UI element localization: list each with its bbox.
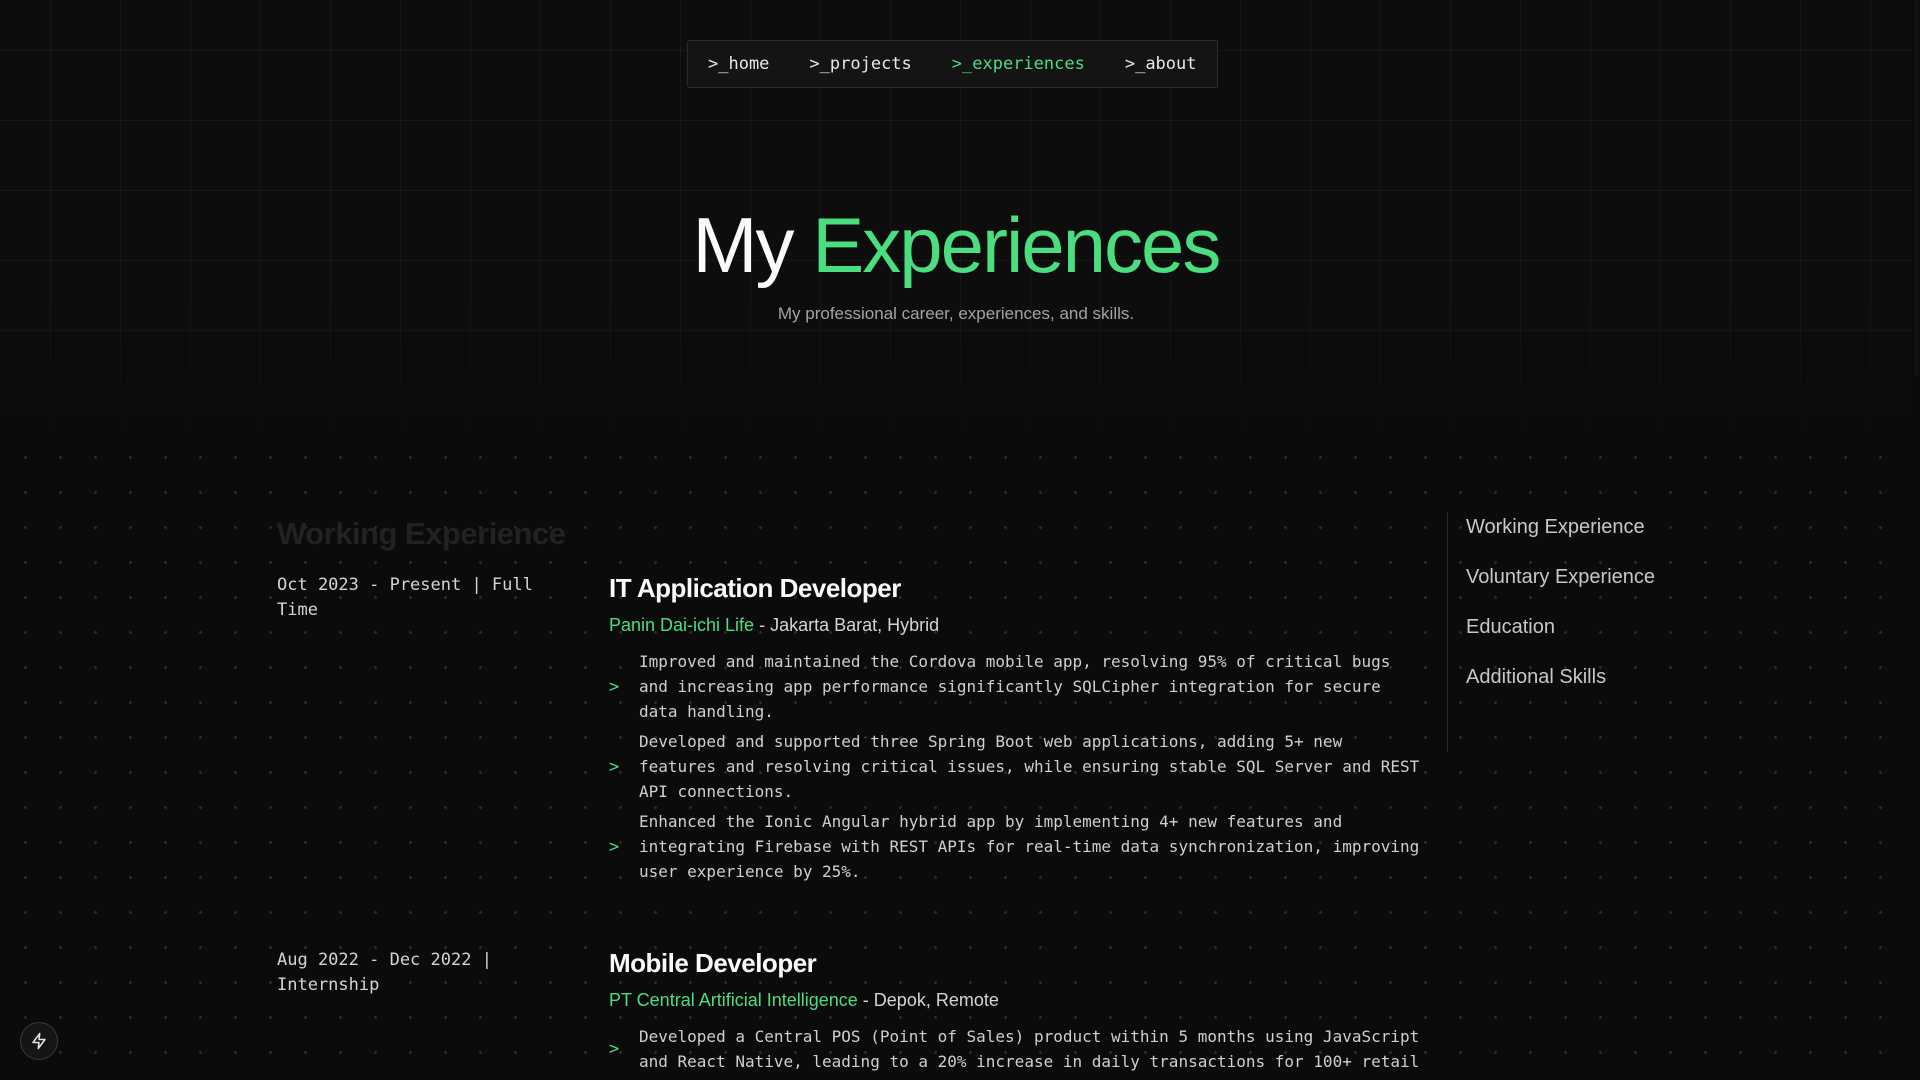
bullet-item: > Developed and supported three Spring B… bbox=[609, 729, 1424, 804]
toc-voluntary-experience[interactable]: Voluntary Experience bbox=[1466, 562, 1666, 592]
experience-date: Oct 2023 - Present | Full Time bbox=[277, 575, 533, 620]
experience-role: IT Application Developer bbox=[609, 573, 901, 603]
scrollbar-thumb[interactable] bbox=[1914, 0, 1919, 376]
experience-company-line: PT Central Artificial Intelligence - Dep… bbox=[609, 990, 999, 1011]
nav-about-link[interactable]: >_about bbox=[1125, 54, 1197, 74]
chevron-right-icon: > bbox=[609, 836, 620, 857]
chevron-right-icon: > bbox=[609, 756, 620, 777]
nav-projects-link[interactable]: >_projects bbox=[809, 54, 911, 74]
nav-home-link[interactable]: >_home bbox=[708, 54, 769, 74]
experience-location: - Depok, Remote bbox=[857, 990, 999, 1010]
nav-experiences-link[interactable]: >_experiences bbox=[952, 54, 1085, 74]
page-title-accent: Experiences bbox=[812, 201, 1221, 289]
bullet-text: Developed a Central POS (Point of Sales)… bbox=[639, 1027, 1420, 1071]
experience-bullets: > Developed a Central POS (Point of Sale… bbox=[609, 1024, 1424, 1079]
experience-date: Aug 2022 - Dec 2022 | Internship bbox=[277, 950, 492, 995]
page-subtitle: My professional career, experiences, and… bbox=[777, 304, 1135, 323]
bullet-item: > Improved and maintained the Cordova mo… bbox=[609, 649, 1424, 724]
chevron-right-icon: > bbox=[609, 1039, 620, 1059]
bullet-text: Improved and maintained the Cordova mobi… bbox=[639, 652, 1391, 721]
lightning-bolt-icon bbox=[32, 1032, 46, 1050]
toc-additional-skills[interactable]: Additional Skills bbox=[1466, 662, 1666, 692]
section-heading: Working Experience bbox=[277, 516, 566, 551]
bullet-item: > Developed a Central POS (Point of Sale… bbox=[609, 1024, 1424, 1074]
toc-education[interactable]: Education bbox=[1466, 612, 1666, 642]
bullet-text: Enhanced the Ionic Angular hybrid app by… bbox=[639, 812, 1420, 881]
page-title-plain: My bbox=[692, 201, 795, 289]
page-title: My Experiences bbox=[0, 200, 1912, 291]
toc-working-experience[interactable]: Working Experience bbox=[1466, 512, 1666, 542]
experience-role: Mobile Developer bbox=[609, 948, 817, 978]
experience-location: - Jakarta Barat, Hybrid bbox=[754, 615, 940, 635]
experience-company-line: Panin Dai-ichi Life - Jakarta Barat, Hyb… bbox=[609, 615, 939, 636]
dev-tools-button[interactable] bbox=[20, 1022, 58, 1060]
experience-company: Panin Dai-ichi Life bbox=[609, 615, 755, 635]
chevron-right-icon: > bbox=[609, 676, 620, 697]
bullet-text: Developed and supported three Spring Boo… bbox=[639, 732, 1420, 801]
table-of-contents: Working Experience Voluntary Experience … bbox=[1447, 512, 1666, 752]
experience-bullets: > Improved and maintained the Cordova mo… bbox=[609, 649, 1424, 889]
experience-company: PT Central Artificial Intelligence bbox=[609, 990, 858, 1010]
bullet-item: > Enhanced the Ionic Angular hybrid app … bbox=[609, 809, 1424, 884]
top-navigation: >_home >_projects >_experiences >_about bbox=[687, 40, 1218, 88]
